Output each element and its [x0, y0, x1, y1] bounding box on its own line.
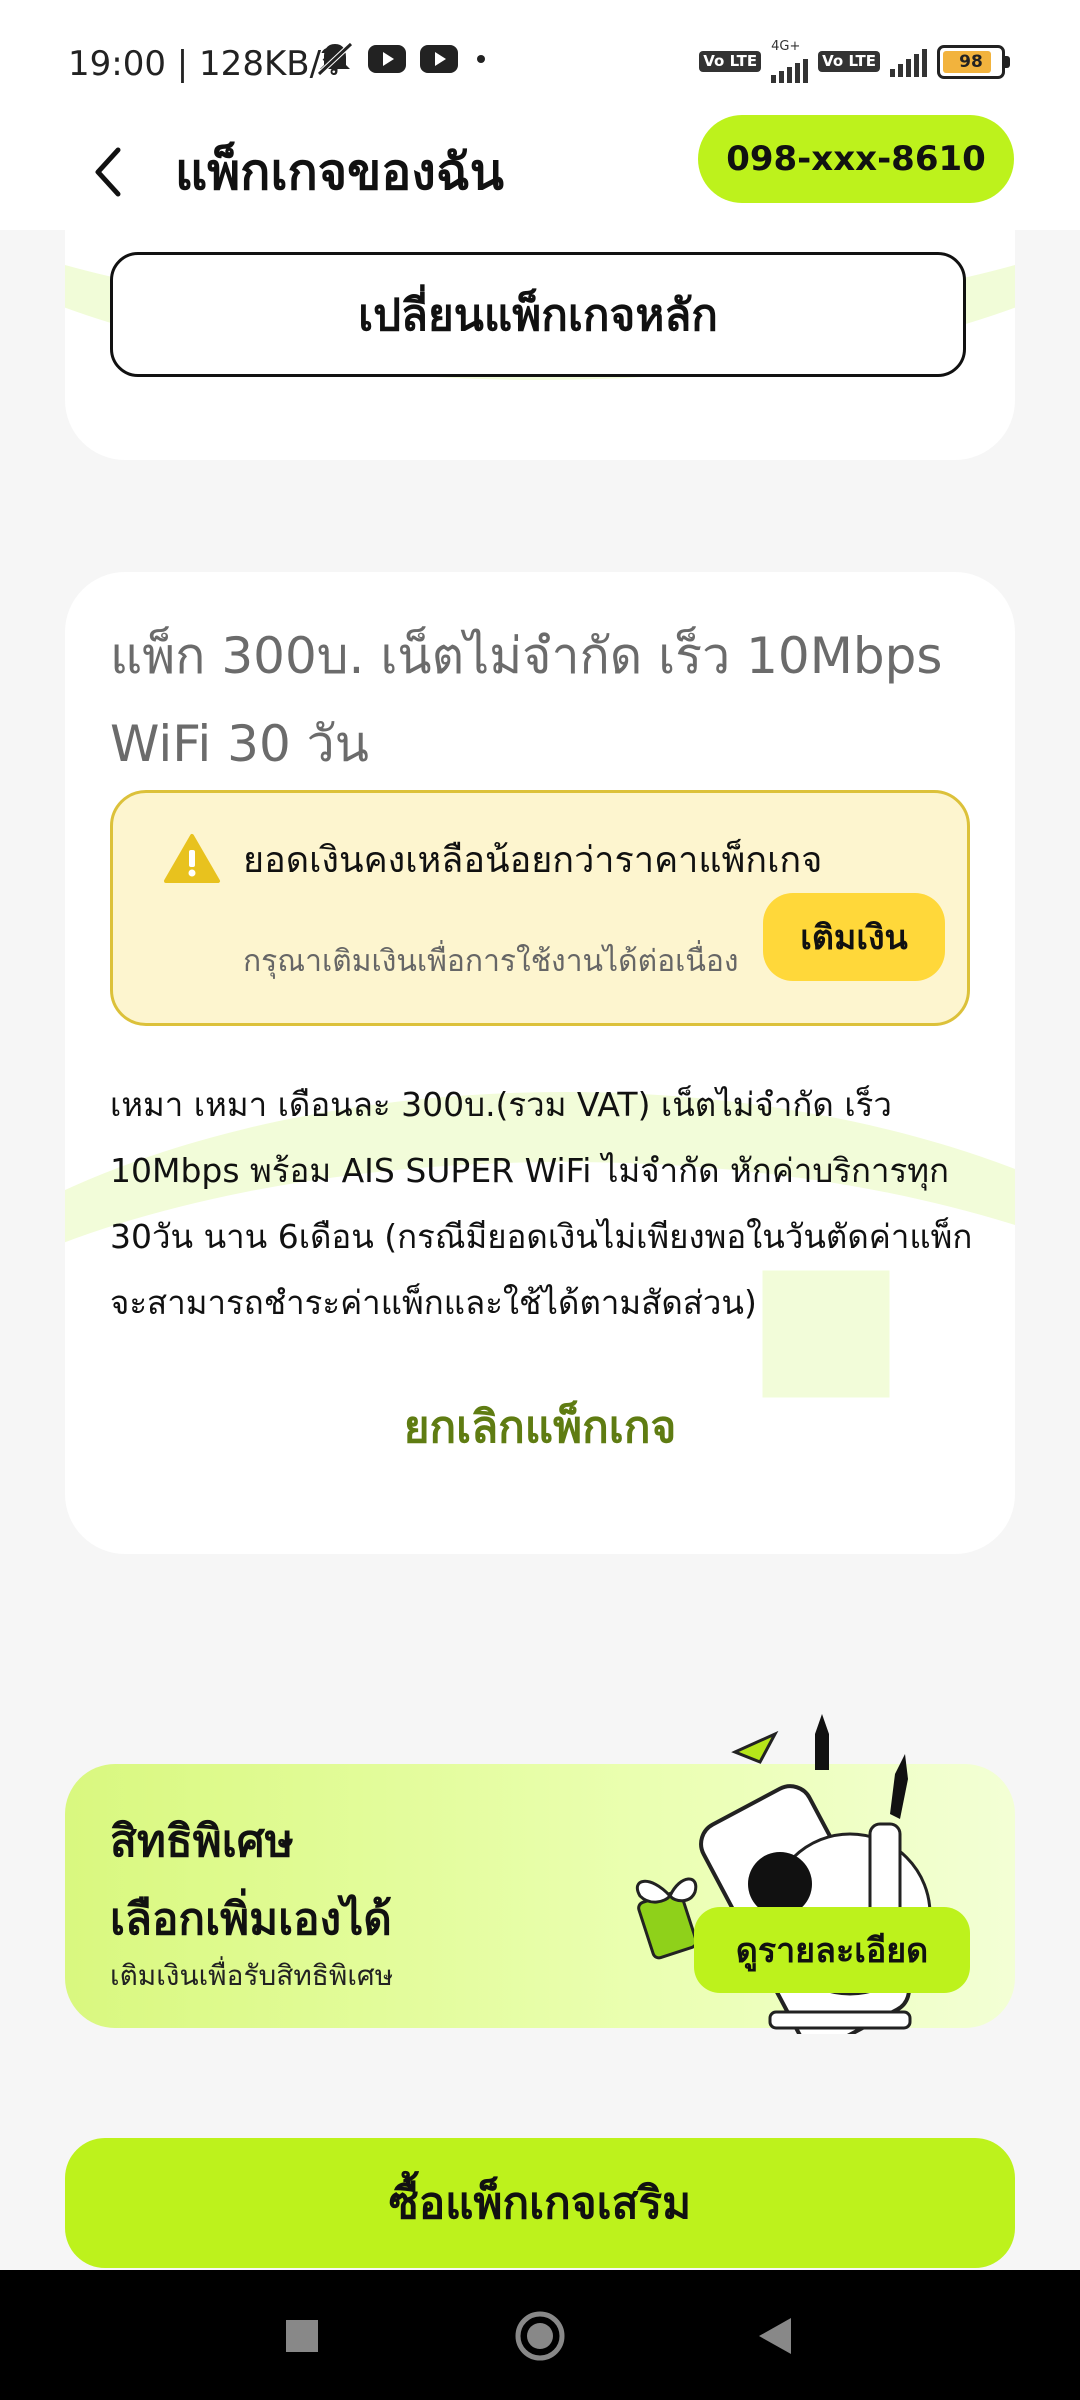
package-description: เหมา เหมา เดือนละ 300บ.(รวม VAT) เน็ตไม่…	[110, 1085, 973, 1322]
home-button[interactable]	[510, 2306, 570, 2366]
low-balance-warning: ยอดเงินคงเหลือน้อยกว่าราคาแพ็กเกจ กรุณาเ…	[110, 790, 970, 1026]
signal-bars-icon	[771, 53, 809, 83]
volte-badge-2: Vo LTE	[818, 51, 880, 72]
package-card: แพ็ก 300บ. เน็ตไม่จำกัด เร็ว 10Mbps WiFi…	[65, 572, 1015, 1554]
battery-icon: 98	[937, 44, 1010, 79]
chevron-left-icon	[95, 147, 121, 197]
status-bar: 19:00 | 128KB/วิ Vo LTE 4G+ Vo LTE 98	[0, 0, 1080, 115]
mute-bell-icon	[317, 42, 353, 76]
main-package-card: เปลี่ยนแพ็กเกจหลัก	[65, 200, 1015, 460]
home-circle-icon	[515, 2311, 565, 2361]
youtube-icon	[420, 45, 458, 73]
system-nav-bar	[0, 2270, 1080, 2400]
back-button[interactable]	[78, 137, 138, 207]
topup-button[interactable]: เติมเงิน	[763, 893, 945, 981]
back-triangle-icon	[759, 2318, 791, 2354]
recent-apps-button[interactable]	[272, 2306, 332, 2366]
phone-number-chip[interactable]: 098-xxx-8610	[698, 115, 1014, 203]
promo-subtitle: เติมเงินเพื่อรับสิทธิพิเศษ	[110, 1959, 394, 1992]
view-details-button[interactable]: ดูรายละเอียด	[694, 1907, 970, 1993]
signal-1: 4G+	[771, 39, 809, 83]
app-header: แพ็กเกจของฉัน 098-xxx-8610	[0, 115, 1080, 230]
page-title: แพ็กเกจของฉัน	[175, 143, 504, 201]
dot-icon	[477, 55, 485, 63]
network-type: 4G+	[771, 39, 801, 54]
youtube-icon	[368, 45, 406, 73]
package-title: แพ็ก 300บ. เน็ตไม่จำกัด เร็ว 10Mbps WiFi…	[110, 627, 943, 773]
back-nav-button[interactable]	[745, 2306, 805, 2366]
warning-subtitle: กรุณาเติมเงินเพื่อการใช้งานได้ต่อเนื่อง	[243, 944, 739, 979]
status-right: Vo LTE 4G+ Vo LTE 98	[699, 40, 1010, 83]
promo-title-line2: เลือกเพิ่มเองได้	[110, 1894, 392, 1945]
cancel-package-link[interactable]: ยกเลิกแพ็กเกจ	[65, 1392, 1015, 1462]
warning-icon	[164, 834, 220, 883]
promo-title-line1: สิทธิพิเศษ	[110, 1816, 294, 1867]
privilege-banner[interactable]: สิทธิพิเศษ เลือกเพิ่มเองได้ เติมเงินเพื่…	[65, 1714, 1015, 2034]
volte-badge: Vo LTE	[699, 51, 762, 72]
warning-title: ยอดเงินคงเหลือน้อยกว่าราคาแพ็กเกจ	[243, 840, 823, 881]
square-icon	[286, 2320, 318, 2352]
buy-addon-package-button[interactable]: ซื้อแพ็กเกจเสริม	[65, 2138, 1015, 2268]
status-time: 19:00 | 128KB/วิ	[68, 44, 341, 84]
battery-level: 98	[959, 51, 983, 72]
change-main-package-button[interactable]: เปลี่ยนแพ็กเกจหลัก	[110, 252, 966, 377]
status-notification-icons	[315, 40, 491, 78]
signal-bars-icon	[890, 47, 927, 77]
